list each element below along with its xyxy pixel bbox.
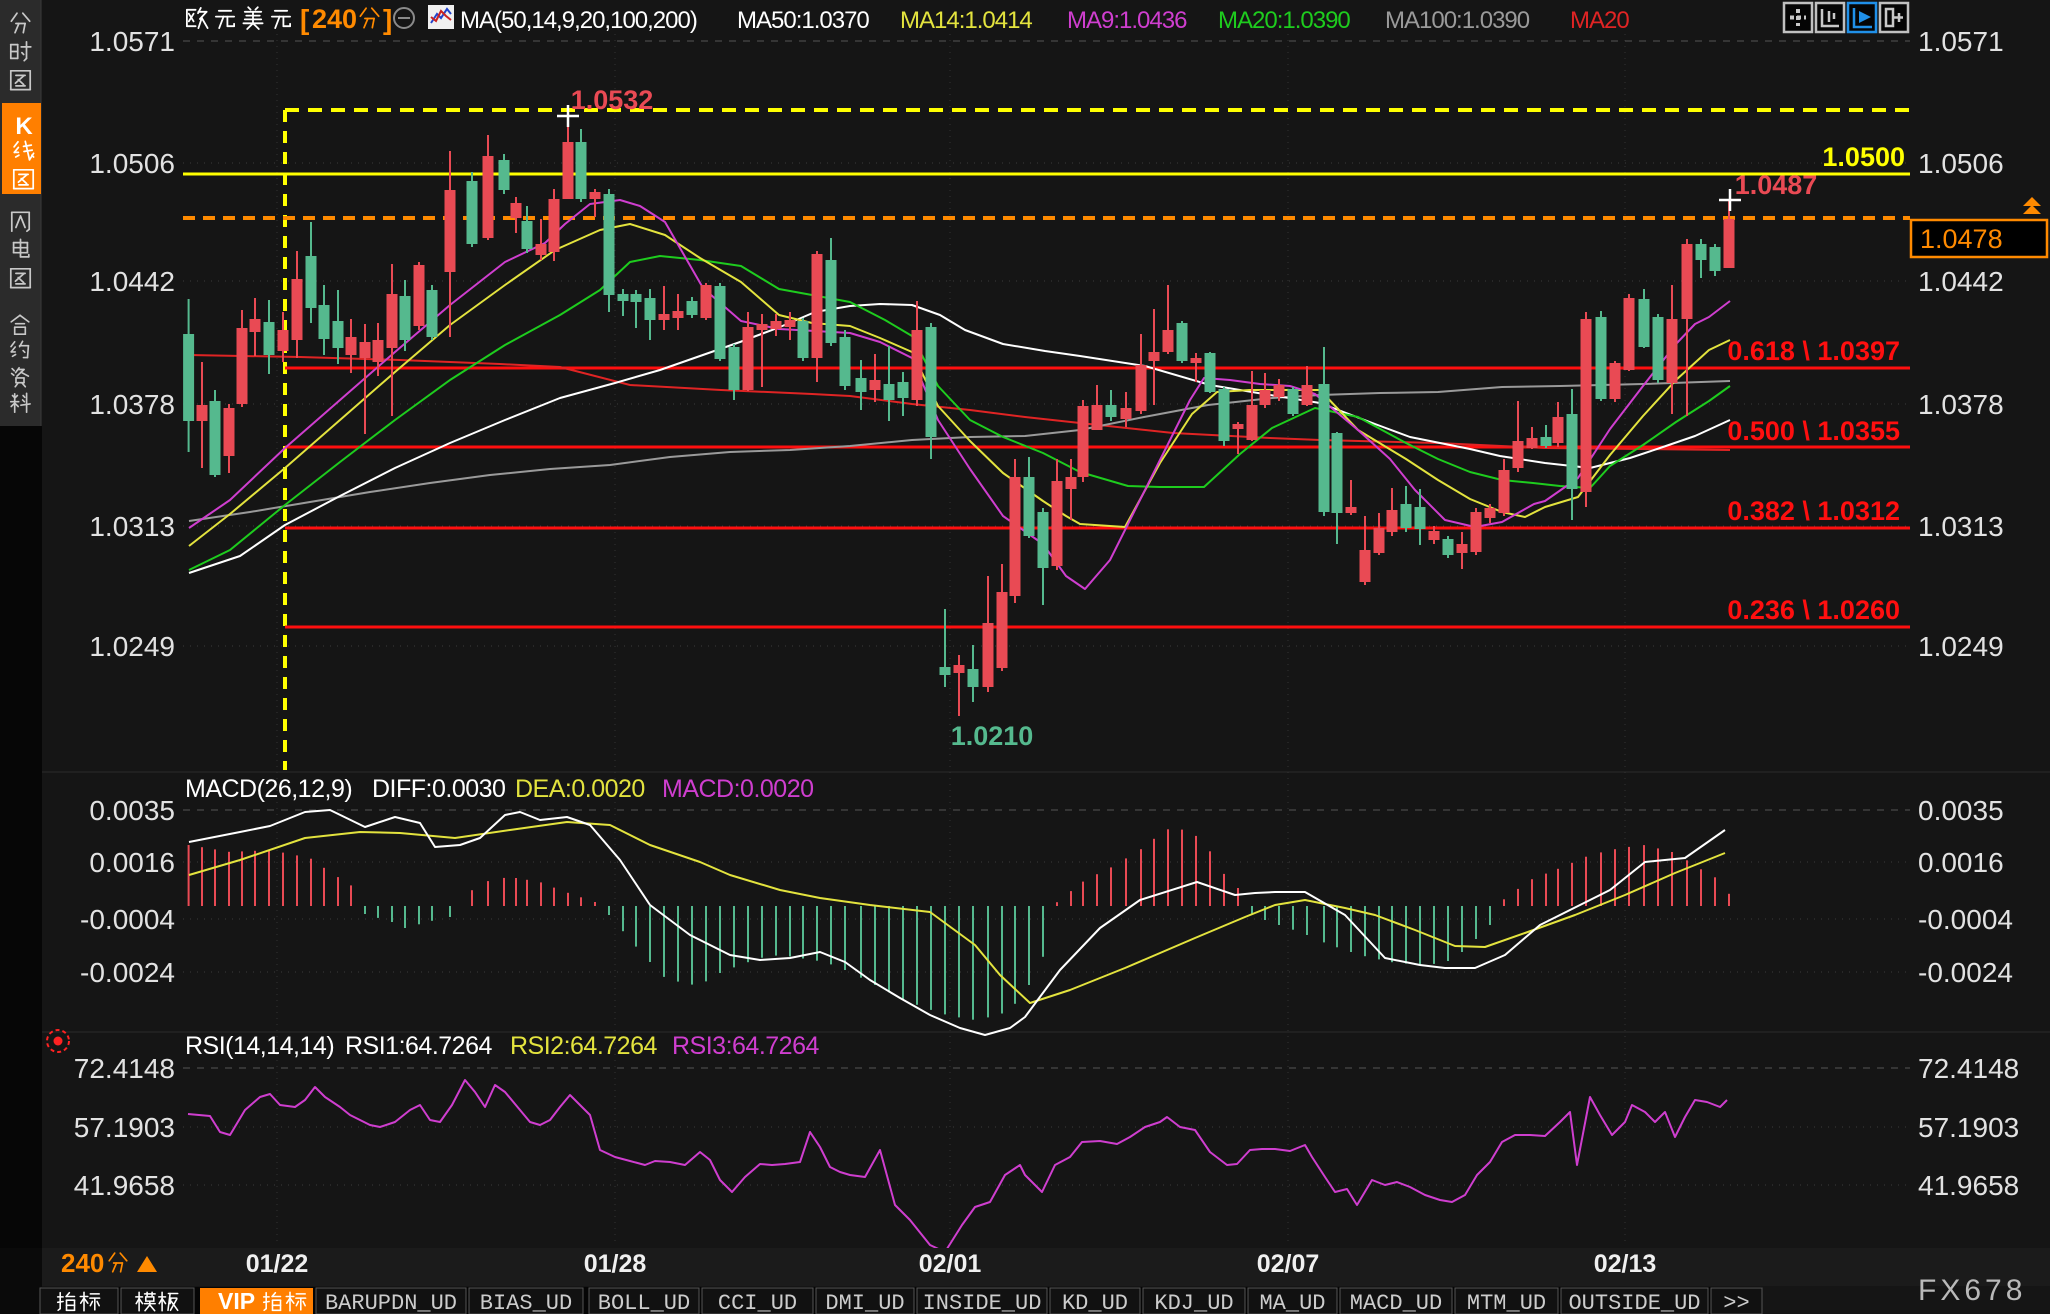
svg-text:DMI_UD: DMI_UD — [825, 1291, 904, 1314]
svg-text:1.0378: 1.0378 — [89, 389, 175, 420]
svg-text:MA9:1.0436: MA9:1.0436 — [1067, 7, 1187, 34]
svg-text:1.0571: 1.0571 — [1918, 26, 2004, 57]
svg-text:1.0249: 1.0249 — [1918, 631, 2004, 662]
svg-text:KDJ_UD: KDJ_UD — [1154, 1291, 1233, 1314]
svg-text:1.0506: 1.0506 — [1918, 148, 2004, 179]
svg-text:1.0506: 1.0506 — [89, 148, 175, 179]
svg-text:240: 240 — [61, 1248, 104, 1278]
svg-text:-0.0004: -0.0004 — [80, 904, 175, 935]
svg-text:1.0442: 1.0442 — [89, 266, 175, 297]
svg-text:MA_UD: MA_UD — [1259, 1291, 1325, 1314]
svg-text:RSI3:64.7264: RSI3:64.7264 — [672, 1032, 819, 1060]
svg-text:72.4148: 72.4148 — [1918, 1053, 2019, 1084]
svg-text:240: 240 — [312, 4, 357, 34]
svg-text:1.0571: 1.0571 — [89, 26, 175, 57]
svg-text:MA20: MA20 — [1570, 7, 1629, 34]
svg-text:02/01: 02/01 — [919, 1250, 982, 1278]
svg-text:-0.0024: -0.0024 — [80, 957, 175, 988]
svg-text:BIAS_UD: BIAS_UD — [480, 1291, 572, 1314]
svg-text:0.500 \ 1.0355: 0.500 \ 1.0355 — [1727, 416, 1900, 446]
svg-text:INSIDE_UD: INSIDE_UD — [923, 1291, 1042, 1314]
svg-text:0.0016: 0.0016 — [1918, 847, 2004, 878]
svg-text:02/07: 02/07 — [1257, 1250, 1320, 1278]
svg-text:MACD(26,12,9): MACD(26,12,9) — [185, 775, 352, 803]
svg-text:1.0249: 1.0249 — [89, 631, 175, 662]
svg-text:MACD:0.0020: MACD:0.0020 — [662, 775, 814, 803]
svg-text:>>: >> — [1723, 1291, 1749, 1314]
svg-text:OUTSIDE_UD: OUTSIDE_UD — [1568, 1291, 1700, 1314]
svg-text:0.0035: 0.0035 — [1918, 795, 2004, 826]
svg-text:0.382 \ 1.0312: 0.382 \ 1.0312 — [1727, 496, 1900, 526]
svg-text:-0.0024: -0.0024 — [1918, 957, 2013, 988]
svg-text:1.0487: 1.0487 — [1735, 170, 1818, 200]
svg-text:1.0478: 1.0478 — [1920, 224, 2003, 254]
svg-text:DIFF:0.0030: DIFF:0.0030 — [372, 775, 505, 803]
svg-text:K: K — [15, 113, 33, 140]
svg-text:57.1903: 57.1903 — [1918, 1112, 2019, 1143]
svg-text:0.236 \ 1.0260: 0.236 \ 1.0260 — [1727, 595, 1900, 625]
svg-text:MA50:1.0370: MA50:1.0370 — [737, 7, 869, 34]
svg-text:DEA:0.0020: DEA:0.0020 — [515, 775, 645, 803]
svg-text:MACD_UD: MACD_UD — [1350, 1291, 1442, 1314]
svg-text:RSI2:64.7264: RSI2:64.7264 — [510, 1032, 657, 1060]
svg-text:01/22: 01/22 — [246, 1250, 309, 1278]
svg-text:KD_UD: KD_UD — [1062, 1291, 1128, 1314]
svg-text:1.0210: 1.0210 — [951, 721, 1034, 751]
svg-text:RSI(14,14,14): RSI(14,14,14) — [185, 1032, 334, 1060]
svg-text:1.0313: 1.0313 — [1918, 511, 2004, 542]
svg-text:72.4148: 72.4148 — [74, 1053, 175, 1084]
svg-text:[: [ — [300, 4, 309, 35]
svg-text:1.0378: 1.0378 — [1918, 389, 2004, 420]
svg-text:57.1903: 57.1903 — [74, 1112, 175, 1143]
svg-text:0.0016: 0.0016 — [89, 847, 175, 878]
svg-text:1.0500: 1.0500 — [1822, 142, 1905, 172]
svg-text:FX678: FX678 — [1918, 1274, 2026, 1307]
svg-text:1.0442: 1.0442 — [1918, 266, 2004, 297]
svg-text:BOLL_UD: BOLL_UD — [598, 1291, 690, 1314]
svg-text:01/28: 01/28 — [584, 1250, 647, 1278]
svg-text:-0.0004: -0.0004 — [1918, 904, 2013, 935]
svg-text:CCI_UD: CCI_UD — [718, 1291, 797, 1314]
svg-text:1.0313: 1.0313 — [89, 511, 175, 542]
svg-text:VIP: VIP — [218, 1288, 255, 1314]
svg-text:0.618 \ 1.0397: 0.618 \ 1.0397 — [1727, 336, 1900, 366]
svg-text:41.9658: 41.9658 — [74, 1170, 175, 1201]
svg-text:MTM_UD: MTM_UD — [1467, 1291, 1546, 1314]
svg-text:]: ] — [383, 4, 392, 35]
svg-text:0.0035: 0.0035 — [89, 795, 175, 826]
svg-text:BARUPDN_UD: BARUPDN_UD — [325, 1291, 457, 1314]
svg-text:02/13: 02/13 — [1594, 1250, 1657, 1278]
svg-text:RSI1:64.7264: RSI1:64.7264 — [345, 1032, 492, 1060]
svg-text:MA(50,14,9,20,100,200): MA(50,14,9,20,100,200) — [460, 7, 697, 34]
svg-text:1.0532: 1.0532 — [571, 85, 654, 115]
svg-text:41.9658: 41.9658 — [1918, 1170, 2019, 1201]
svg-text:MA14:1.0414: MA14:1.0414 — [900, 7, 1032, 34]
svg-text:MA100:1.0390: MA100:1.0390 — [1385, 7, 1530, 34]
svg-text:MA20:1.0390: MA20:1.0390 — [1218, 7, 1350, 34]
